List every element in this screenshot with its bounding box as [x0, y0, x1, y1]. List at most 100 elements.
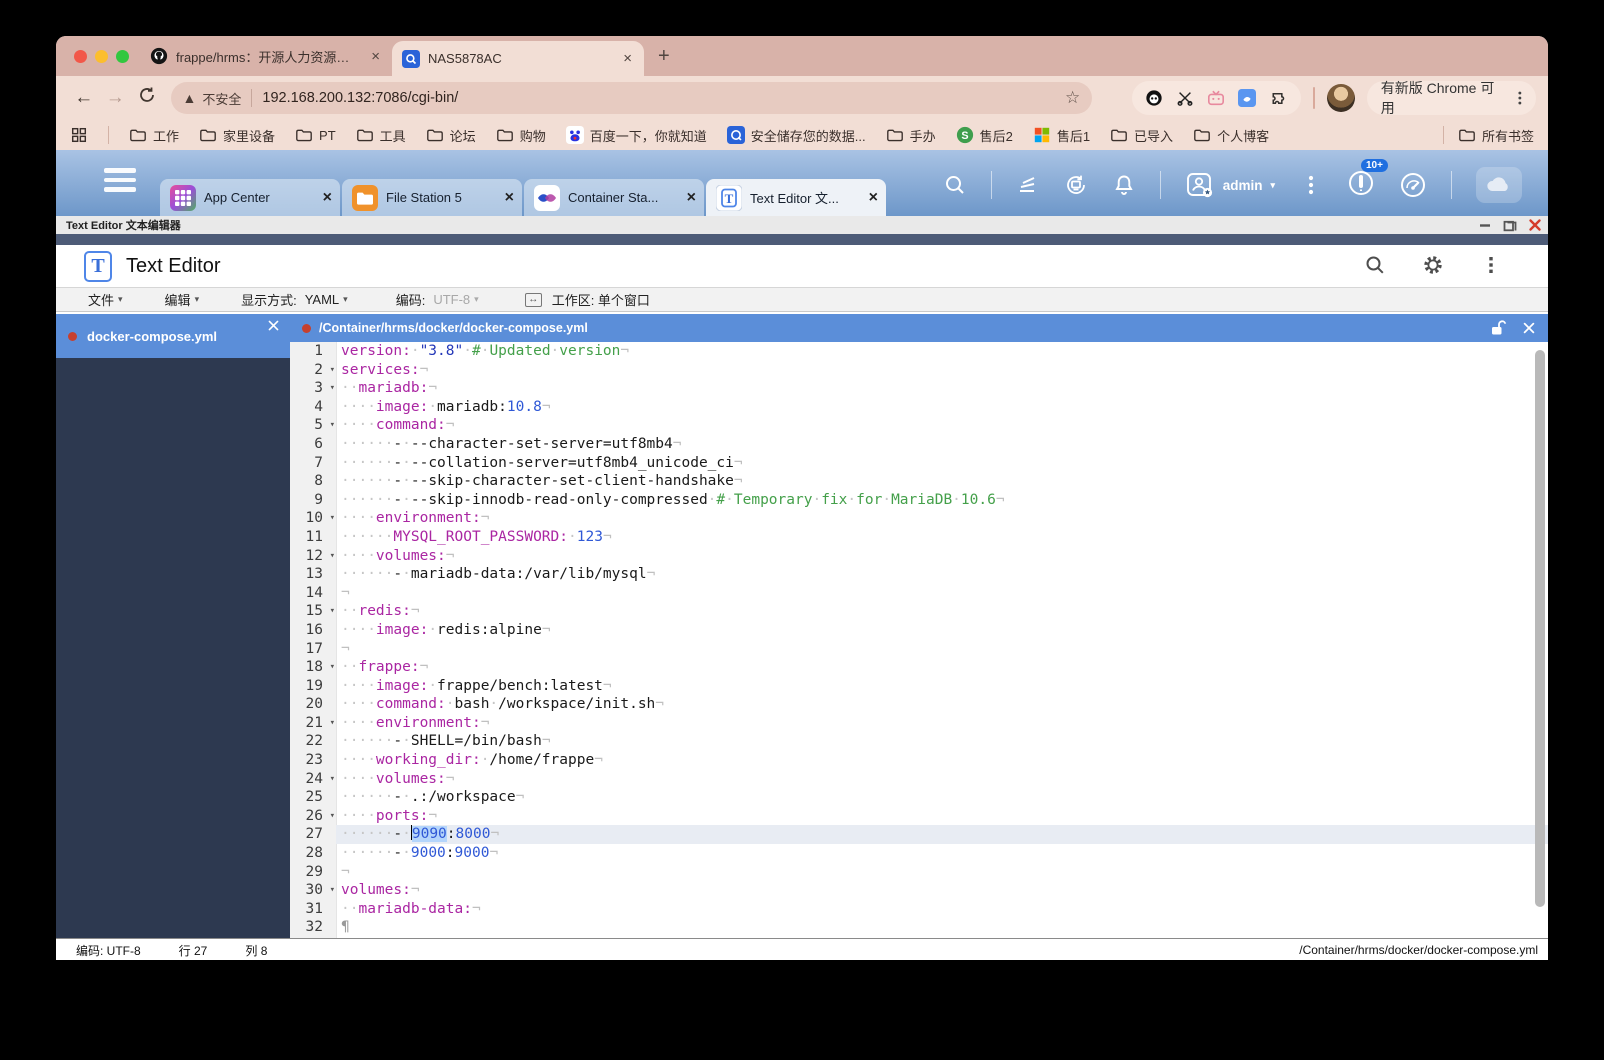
- bookmark-item[interactable]: 售后2: [956, 126, 1013, 145]
- code-line-text[interactable]: ····image:·redis:alpine¬: [336, 621, 1548, 640]
- line-number[interactable]: 16: [290, 621, 336, 640]
- code-line[interactable]: 4 ····image:·mariadb:10.8¬: [290, 398, 1548, 417]
- line-number[interactable]: 7: [290, 454, 336, 473]
- line-number[interactable]: 22: [290, 732, 336, 751]
- bookmark-item[interactable]: 百度一下，你就知道: [566, 126, 707, 145]
- line-number[interactable]: 30 ▾: [290, 881, 336, 900]
- line-number[interactable]: 21 ▾: [290, 714, 336, 733]
- line-number[interactable]: 28: [290, 844, 336, 863]
- line-number[interactable]: 25: [290, 788, 336, 807]
- profile-avatar[interactable]: [1327, 84, 1355, 112]
- code-line[interactable]: 14 ¬: [290, 584, 1548, 603]
- code-line-text[interactable]: ····command:·bash·/workspace/init.sh¬: [336, 695, 1548, 714]
- line-number[interactable]: 23: [290, 751, 336, 770]
- code-line-text[interactable]: ····command:¬: [336, 416, 1548, 435]
- search-icon[interactable]: [943, 173, 967, 197]
- fold-arrow-icon[interactable]: ▾: [330, 509, 335, 528]
- code-line[interactable]: 10 ▾ ····environment:¬: [290, 509, 1548, 528]
- fold-arrow-icon[interactable]: ▾: [330, 807, 335, 826]
- line-number[interactable]: 1: [290, 342, 336, 361]
- code-line[interactable]: 2 ▾ services:¬: [290, 361, 1548, 380]
- minimize-traffic-light[interactable]: [95, 50, 108, 63]
- menu-edit[interactable]: 编辑 ▾: [165, 290, 200, 309]
- code-line-text[interactable]: ······MYSQL_ROOT_PASSWORD:·123¬: [336, 528, 1548, 547]
- kebab-menu-icon[interactable]: [1480, 254, 1502, 276]
- code-line-text[interactable]: ····volumes:¬: [336, 547, 1548, 566]
- code-line[interactable]: 24 ▾ ····volumes:¬: [290, 770, 1548, 789]
- browser-menu-icon[interactable]: [1512, 90, 1528, 106]
- code-line[interactable]: 21 ▾ ····environment:¬: [290, 714, 1548, 733]
- encoding-select[interactable]: UTF-8 ▾: [433, 292, 478, 307]
- line-number[interactable]: 14: [290, 584, 336, 603]
- line-number[interactable]: 27: [290, 825, 336, 844]
- line-number[interactable]: 6: [290, 435, 336, 454]
- code-line[interactable]: 3 ▾ ··mariadb:¬: [290, 379, 1548, 398]
- background-tasks-icon[interactable]: [1016, 173, 1040, 197]
- fold-arrow-icon[interactable]: ▾: [330, 416, 335, 435]
- code-line-text[interactable]: ····volumes:¬: [336, 770, 1548, 789]
- code-line-text[interactable]: ······-·9000:9000¬: [336, 844, 1548, 863]
- bookmark-item[interactable]: 已导入: [1110, 126, 1173, 145]
- notifications-bell-icon[interactable]: [1112, 173, 1136, 197]
- line-number[interactable]: 17: [290, 640, 336, 659]
- code-line-text[interactable]: ¬: [336, 863, 1548, 882]
- code-line-text[interactable]: ¬: [336, 640, 1548, 659]
- fold-arrow-icon[interactable]: ▾: [330, 602, 335, 621]
- code-line-text[interactable]: ··mariadb:¬: [336, 379, 1548, 398]
- code-line[interactable]: 30 ▾ volumes:¬: [290, 881, 1548, 900]
- back-button[interactable]: ←: [68, 87, 100, 109]
- bookmark-item[interactable]: 工具: [356, 126, 406, 145]
- tab-close-icon[interactable]: ×: [621, 51, 634, 66]
- taskbar-tab-texteditor[interactable]: Text Editor 文... ×: [706, 179, 886, 216]
- line-number[interactable]: 3 ▾: [290, 379, 336, 398]
- code-line-text[interactable]: ¬: [336, 584, 1548, 603]
- code-line[interactable]: 27 ······-·9090:8000¬: [290, 825, 1548, 845]
- code-line[interactable]: 1 version:·"3.8"·#·Updated·version¬: [290, 342, 1548, 361]
- close-app-icon[interactable]: ×: [869, 189, 878, 207]
- code-line-text[interactable]: ··redis:¬: [336, 602, 1548, 621]
- workspace-mode[interactable]: ↔ 工作区: 单个窗口: [524, 290, 650, 309]
- code-line-text[interactable]: ··frappe:¬: [336, 658, 1548, 677]
- code-line[interactable]: 20 ····command:·bash·/workspace/init.sh¬: [290, 695, 1548, 714]
- code-line[interactable]: 6 ······-·--character-set-server=utf8mb4¬: [290, 435, 1548, 454]
- bookmark-item[interactable]: 个人博客: [1193, 126, 1269, 145]
- close-icon[interactable]: [1528, 218, 1542, 232]
- fold-arrow-icon[interactable]: ▾: [330, 379, 335, 398]
- extension-tv-icon[interactable]: [1207, 89, 1225, 107]
- code-editor[interactable]: 1 version:·"3.8"·#·Updated·version¬ 2 ▾ serv…: [290, 342, 1548, 938]
- code-line-text[interactable]: volumes:¬: [336, 881, 1548, 900]
- dashboard-icon[interactable]: [1399, 171, 1427, 199]
- code-line-text[interactable]: ··mariadb-data:¬: [336, 900, 1548, 919]
- code-line[interactable]: 26 ▾ ····ports:¬: [290, 807, 1548, 826]
- line-number[interactable]: 24 ▾: [290, 770, 336, 789]
- code-line-text[interactable]: ······-·SHELL=/bin/bash¬: [336, 732, 1548, 751]
- browser-tab-inactive[interactable]: frappe/hrms：开源人力资源和… ×: [140, 36, 392, 76]
- code-line-text[interactable]: ····environment:¬: [336, 509, 1548, 528]
- code-line-text[interactable]: ¶: [336, 918, 1548, 937]
- more-options-icon[interactable]: [1299, 173, 1323, 197]
- fold-arrow-icon[interactable]: ▾: [330, 361, 335, 380]
- code-line[interactable]: 19 ····image:·frappe/bench:latest¬: [290, 677, 1548, 696]
- fold-arrow-icon[interactable]: ▾: [330, 881, 335, 900]
- document-tab[interactable]: /Container/hrms/docker/docker-compose.ym…: [290, 314, 1548, 342]
- forward-button[interactable]: →: [100, 87, 132, 109]
- code-line[interactable]: 15 ▾ ··redis:¬: [290, 602, 1548, 621]
- bookmark-item[interactable]: 购物: [496, 126, 546, 145]
- code-line[interactable]: 23 ····working_dir:·/home/frappe¬: [290, 751, 1548, 770]
- gear-icon[interactable]: [1422, 254, 1444, 276]
- code-line[interactable]: 25 ······-·.:/workspace¬: [290, 788, 1548, 807]
- unlock-icon[interactable]: [1488, 318, 1508, 338]
- all-bookmarks-button[interactable]: 所有书签: [1458, 126, 1534, 145]
- apps-grid-icon[interactable]: [70, 126, 88, 144]
- line-number[interactable]: 32: [290, 918, 336, 937]
- user-menu[interactable]: admin ▾: [1185, 172, 1275, 198]
- code-line-text[interactable]: ······-·--skip-character-set-client-hand…: [336, 472, 1548, 491]
- line-number[interactable]: 11: [290, 528, 336, 547]
- menu-file[interactable]: 文件 ▾: [88, 290, 123, 309]
- close-app-icon[interactable]: ×: [505, 189, 514, 207]
- minimize-icon[interactable]: [1478, 218, 1492, 232]
- extension-panda-icon[interactable]: [1145, 89, 1163, 107]
- code-line-text[interactable]: ····image:·frappe/bench:latest¬: [336, 677, 1548, 696]
- new-tab-button[interactable]: +: [658, 45, 670, 68]
- line-number[interactable]: 19: [290, 677, 336, 696]
